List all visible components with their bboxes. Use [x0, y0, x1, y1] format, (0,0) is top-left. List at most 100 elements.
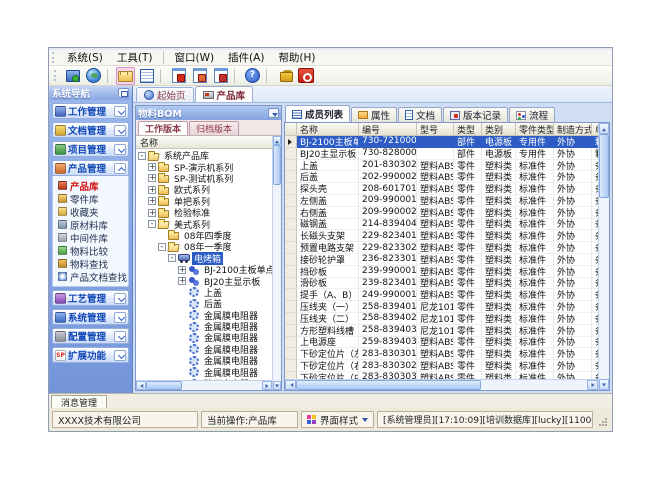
- scroll-left-button[interactable]: [136, 381, 146, 390]
- sidebar-item-material-search[interactable]: 物料查找: [58, 257, 128, 270]
- table-row[interactable]: 压线夹（一） 258-839401-001 尼龙1010 零件: [285, 301, 598, 313]
- table-row[interactable]: 滑砂板 239-823401-011 塑料ABS 零件: [285, 278, 598, 290]
- scroll-track[interactable]: [599, 198, 609, 379]
- table-row[interactable]: 预置电路支架 229-823302-001 塑料ABS 零件: [285, 242, 598, 254]
- interface-style-picker[interactable]: 界面样式: [301, 411, 374, 428]
- chevron-down-icon[interactable]: [114, 106, 126, 117]
- table-row[interactable]: 左侧盖 209-990001-011 塑料ABS 零件: [285, 195, 598, 207]
- menubar-grip[interactable]: [52, 52, 56, 63]
- tree-toggle-icon[interactable]: [138, 152, 146, 160]
- tree-toggle-icon[interactable]: [168, 254, 176, 262]
- menu-system[interactable]: 系统(S): [60, 50, 110, 65]
- table-row[interactable]: 右侧盖 209-990002-011 塑料ABS 零件: [285, 207, 598, 219]
- chevron-down-icon[interactable]: [114, 331, 126, 342]
- sidebar-section-bar[interactable]: 文档管理: [52, 122, 129, 138]
- column-header[interactable]: 类型: [454, 123, 482, 135]
- table-horizontal-scrollbar[interactable]: [285, 379, 598, 390]
- scroll-up-button[interactable]: [273, 136, 281, 145]
- sidebar-section-bar[interactable]: 项目管理: [52, 141, 129, 157]
- tree-column-header[interactable]: 名称: [136, 136, 272, 149]
- tab-properties[interactable]: 属性: [351, 107, 397, 122]
- table-row[interactable]: 下砂定位片（左） 283-830301-001 塑料ABS 零件: [285, 348, 598, 360]
- table-row[interactable]: BJ20主显示板 730-828000-041 部件: [285, 148, 598, 160]
- tab-version-history[interactable]: 版本记录: [443, 107, 508, 122]
- tree-toggle-icon[interactable]: [158, 243, 166, 251]
- tree-toggle-icon[interactable]: [148, 186, 156, 194]
- chevron-down-icon[interactable]: [114, 312, 126, 323]
- table-row[interactable]: 探头壳 208-601701-011 塑料ABS 零件: [285, 183, 598, 195]
- scroll-track[interactable]: [481, 380, 587, 390]
- tab-start-page[interactable]: 起始页: [136, 87, 194, 102]
- table-row[interactable]: 后盖 202-990002-011 塑料ABS 零件: [285, 171, 598, 183]
- sidebar-item-product-doc-search[interactable]: 产品文档查找: [58, 270, 128, 283]
- scroll-track[interactable]: [182, 381, 262, 390]
- sidebar-item-favorites[interactable]: 收藏夹: [58, 205, 128, 218]
- close-all-windows-icon[interactable]: [190, 67, 209, 85]
- help-icon[interactable]: [243, 67, 262, 85]
- table-row[interactable]: 长磁头支架 229-823401-001 塑料ABS 零件: [285, 230, 598, 242]
- chevron-down-icon[interactable]: [114, 125, 126, 136]
- scroll-up-button[interactable]: [599, 123, 609, 134]
- table-row[interactable]: 下砂定位片（右） 283-830302-001 塑料ABS 零件: [285, 360, 598, 372]
- bom-panel-menu-button[interactable]: [268, 108, 279, 118]
- sidebar-item-product-library[interactable]: 产品库: [58, 179, 128, 192]
- tab-workflow[interactable]: 流程: [509, 107, 555, 122]
- chevron-down-icon[interactable]: [114, 163, 126, 174]
- tree-toggle-icon[interactable]: [148, 220, 156, 228]
- sidebar-section-bar[interactable]: 扩展功能: [52, 347, 129, 363]
- tree-toggle-icon[interactable]: [148, 197, 156, 205]
- scroll-thumb[interactable]: [146, 381, 182, 390]
- sidebar-section-bar[interactable]: 系统管理: [52, 309, 129, 325]
- tab-product-library[interactable]: 产品库: [195, 86, 254, 102]
- scroll-right-button[interactable]: [262, 381, 272, 390]
- scroll-left-button[interactable]: [285, 380, 296, 390]
- column-header[interactable]: 编号: [359, 123, 417, 135]
- tree-toggle-icon[interactable]: [148, 174, 156, 182]
- table-row[interactable]: 提手（A、B） 249-990001-011 塑料ABS 零件: [285, 289, 598, 301]
- report-icon[interactable]: [137, 67, 156, 85]
- tab-documents[interactable]: 文档: [398, 107, 442, 122]
- scroll-right-button[interactable]: [587, 380, 598, 390]
- table-row[interactable]: 压线夹（二） 258-839402-001 尼龙1010 零件: [285, 313, 598, 325]
- column-header[interactable]: 名称: [297, 123, 359, 135]
- tab-archived-version[interactable]: 归档版本: [189, 121, 239, 135]
- tree-toggle-icon[interactable]: [178, 266, 186, 274]
- menu-window[interactable]: 窗口(W): [167, 50, 221, 65]
- chevron-down-icon[interactable]: [114, 144, 126, 155]
- chevron-down-icon[interactable]: [114, 293, 126, 304]
- table-row[interactable]: 上盖 201-830302-001 塑料ABS 零件: [285, 160, 598, 172]
- resize-grip[interactable]: [596, 411, 609, 428]
- table-vertical-scrollbar[interactable]: [598, 123, 609, 390]
- sidebar-section-bar[interactable]: 工艺管理: [52, 290, 129, 306]
- chevron-down-icon[interactable]: [114, 350, 126, 361]
- scroll-thumb[interactable]: [296, 380, 481, 390]
- tree-toggle-icon[interactable]: [178, 277, 186, 285]
- scroll-track[interactable]: [273, 185, 281, 381]
- tree-horizontal-scrollbar[interactable]: [136, 380, 272, 390]
- close-window-icon[interactable]: [169, 67, 188, 85]
- scroll-thumb[interactable]: [599, 134, 609, 198]
- sidebar-section-bar[interactable]: 工作管理: [52, 103, 129, 119]
- exit-icon[interactable]: [296, 67, 315, 85]
- tree-toggle-icon[interactable]: [148, 163, 156, 171]
- column-header[interactable]: 类别: [482, 123, 516, 135]
- column-header[interactable]: 零件类型: [516, 123, 554, 135]
- table-row[interactable]: 下砂定位片（中） 283-830303-001 塑料ABS 零件: [285, 372, 598, 379]
- table-row[interactable]: 磁钢盖 214-839404-011 塑料ABS 零件: [285, 219, 598, 231]
- sidebar-item-parts-library[interactable]: 零件库: [58, 192, 128, 205]
- scroll-thumb[interactable]: [273, 145, 281, 185]
- sidebar-section-bar[interactable]: 产品管理: [52, 160, 129, 176]
- table-row[interactable]: 接砂轮护罩 236-823301-001 塑料ABS 零件: [285, 254, 598, 266]
- menu-plugins[interactable]: 插件(A): [221, 50, 271, 65]
- scroll-down-button[interactable]: [599, 379, 609, 390]
- open-library-icon[interactable]: [116, 67, 135, 85]
- scroll-down-button[interactable]: [273, 381, 281, 390]
- sidebar-section-bar[interactable]: 配置管理: [52, 328, 129, 344]
- table-row[interactable]: 方形塑料线槽 258-839403-001 尼龙1010 零件: [285, 325, 598, 337]
- close-other-windows-icon[interactable]: [211, 67, 230, 85]
- menu-help[interactable]: 帮助(H): [271, 50, 322, 65]
- lock-icon[interactable]: [275, 67, 294, 85]
- toolbar-grip[interactable]: [54, 70, 58, 81]
- sidebar-item-raw-material-library[interactable]: 原材料库: [58, 218, 128, 231]
- web-icon[interactable]: [84, 67, 103, 85]
